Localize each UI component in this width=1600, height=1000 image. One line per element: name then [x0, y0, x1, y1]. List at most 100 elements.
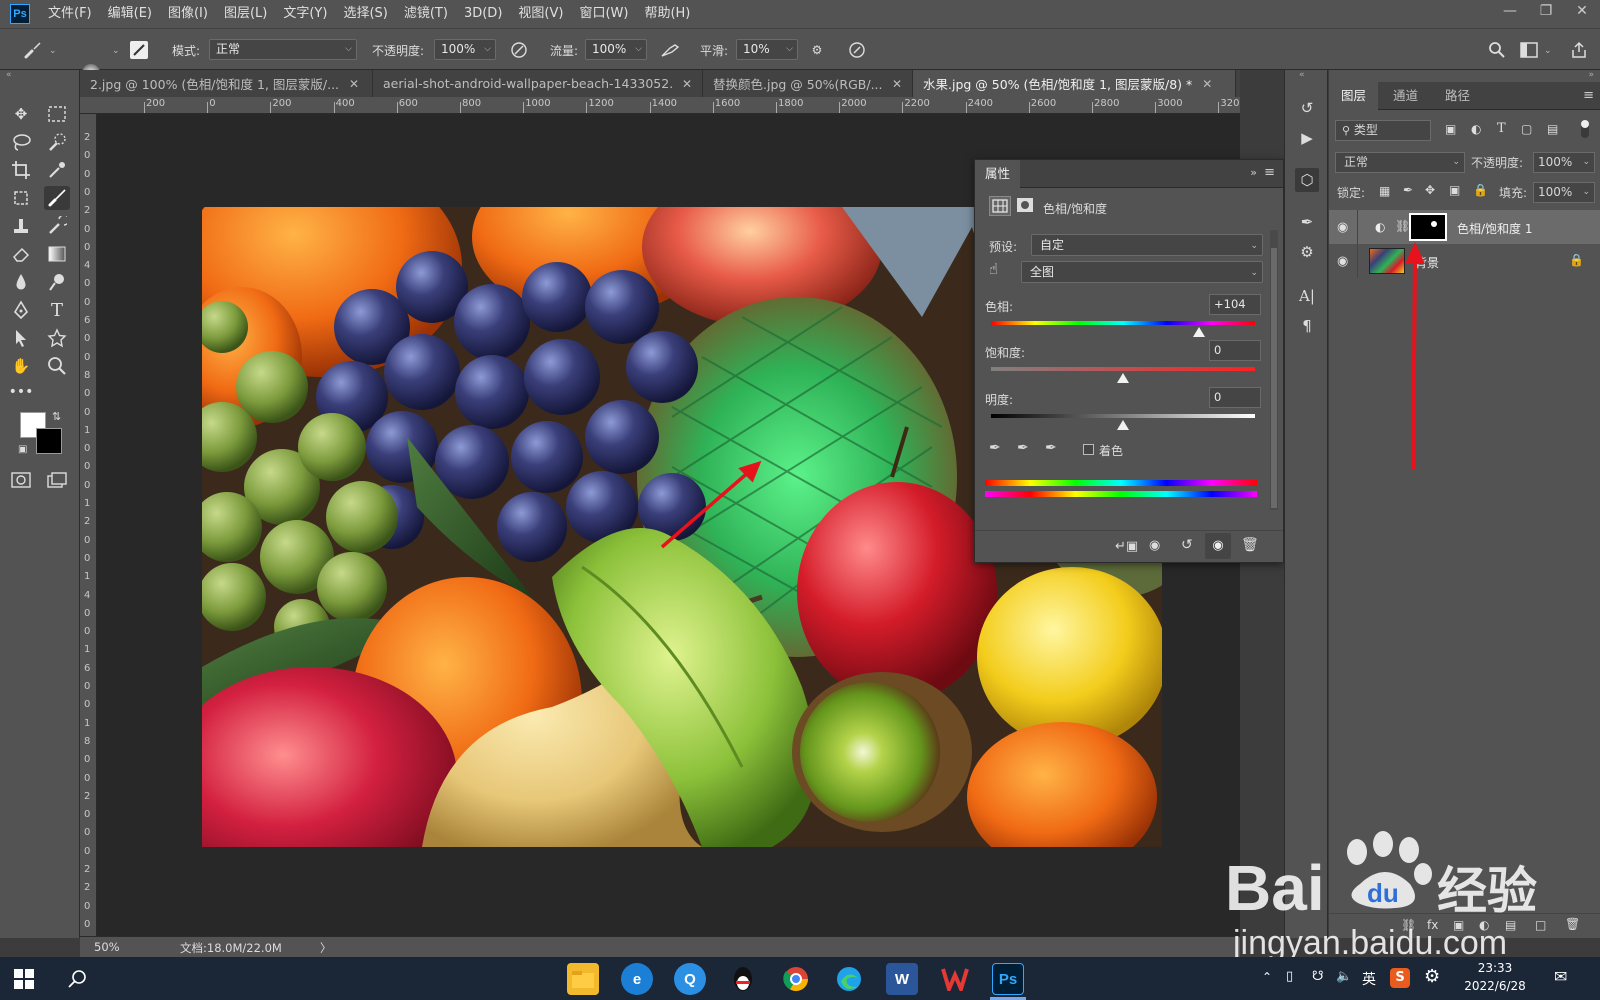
brushes-panel-icon[interactable]: ✒	[1295, 210, 1319, 234]
ime-indicator[interactable]: 英	[1362, 969, 1376, 989]
smart-object-filter-icon[interactable]: ▤	[1547, 122, 1558, 136]
view-previous-state-icon[interactable]: ◉	[1149, 538, 1160, 553]
properties-tab[interactable]: 属性	[975, 160, 1021, 188]
gradient-tool-icon[interactable]	[44, 242, 70, 266]
workspace-icon[interactable]	[1518, 39, 1540, 61]
menu-3d[interactable]: 3D(D)	[456, 0, 510, 28]
menu-window[interactable]: 窗口(W)	[571, 0, 636, 28]
hue-slider-track[interactable]	[991, 321, 1255, 325]
background-color-swatch[interactable]	[36, 428, 62, 454]
custom-shape-tool-icon[interactable]	[44, 326, 70, 350]
close-icon[interactable]: ✕	[349, 77, 359, 91]
saturation-slider-thumb[interactable]	[1117, 373, 1129, 383]
adjustment-filter-icon[interactable]: ◐	[1471, 122, 1481, 136]
collapse-toolbar-icon[interactable]: «	[6, 70, 12, 80]
panel-menu-icon[interactable]: ≡	[1264, 165, 1275, 180]
properties-scrollbar[interactable]	[1270, 230, 1278, 510]
expand-panel-icon[interactable]: »	[1250, 166, 1257, 179]
layer-mask-thumbnail[interactable]	[1409, 213, 1447, 241]
lightness-value-input[interactable]: 0	[1209, 387, 1261, 408]
frame-tool-icon[interactable]	[8, 186, 34, 210]
chevron-down-icon[interactable]: ⌄	[112, 46, 120, 56]
search-icon[interactable]	[1486, 39, 1508, 61]
brush-tool-preset-icon[interactable]	[22, 39, 44, 61]
clone-stamp-tool-icon[interactable]	[8, 214, 34, 238]
battery-icon[interactable]: ▯	[1286, 969, 1293, 984]
new-layer-icon[interactable]: □	[1535, 918, 1546, 932]
document-tab[interactable]: 替换颜色.jpg @ 50%(RGB/... ✕	[703, 70, 913, 97]
mode-select[interactable]: 正常 ⌵	[209, 39, 357, 60]
layer-row-background[interactable]: ◉ 背景 🔒	[1329, 244, 1600, 278]
flow-input[interactable]: 100% ⌵	[585, 39, 647, 60]
close-icon[interactable]: ✕	[1202, 77, 1212, 91]
photoshop-taskbar-icon[interactable]: Ps	[992, 963, 1024, 995]
eye-icon[interactable]: ◉	[1337, 220, 1348, 235]
lasso-tool-icon[interactable]	[8, 130, 34, 154]
blur-tool-icon[interactable]	[8, 270, 34, 294]
hand-tool-icon[interactable]: ✋	[8, 354, 34, 378]
3d-panel-icon[interactable]: ⬡	[1295, 168, 1319, 192]
fill-input[interactable]: 100% ⌄	[1533, 182, 1595, 203]
lightness-slider-thumb[interactable]	[1117, 420, 1129, 430]
tab-paths[interactable]: 路径	[1433, 82, 1482, 110]
brush-panel-toggle-icon[interactable]	[130, 41, 148, 59]
close-icon[interactable]: ✕	[892, 77, 902, 91]
brush-tool-icon[interactable]	[44, 186, 70, 210]
menu-layer[interactable]: 图层(L)	[216, 0, 275, 28]
dodge-tool-icon[interactable]	[44, 270, 70, 294]
colorize-checkbox[interactable]	[1083, 444, 1094, 455]
close-icon[interactable]: ✕	[682, 77, 692, 91]
clock-time[interactable]: 23:33	[1460, 961, 1530, 975]
visibility-icon[interactable]: ◉	[1205, 533, 1231, 559]
qq-icon[interactable]	[727, 963, 759, 995]
restore-icon[interactable]: ❐	[1528, 0, 1564, 22]
pressure-opacity-icon[interactable]	[508, 39, 530, 61]
pressure-size-icon[interactable]	[846, 39, 868, 61]
crop-tool-icon[interactable]	[8, 158, 34, 182]
shape-filter-icon[interactable]: ▢	[1521, 122, 1532, 136]
menu-select[interactable]: 选择(S)	[335, 0, 395, 28]
lightness-slider-track[interactable]	[991, 414, 1255, 418]
layer-name[interactable]: 色相/饱和度 1	[1457, 220, 1533, 237]
character-panel-icon[interactable]: A|	[1295, 284, 1319, 308]
chrome-icon[interactable]	[780, 963, 812, 995]
menu-edit[interactable]: 编辑(E)	[100, 0, 160, 28]
history-panel-icon[interactable]: ↺	[1295, 96, 1319, 120]
move-tool-icon[interactable]: ✥	[8, 102, 34, 126]
minimize-icon[interactable]: —	[1492, 0, 1528, 22]
document-tab[interactable]: aerial-shot-android-wallpaper-beach-1433…	[373, 70, 703, 97]
menu-view[interactable]: 视图(V)	[510, 0, 571, 28]
tab-channels[interactable]: 通道	[1381, 82, 1430, 110]
preset-select[interactable]: 自定 ⌄	[1031, 234, 1263, 256]
eyedropper-icon[interactable]: ✒	[989, 440, 1001, 456]
reset-icon[interactable]: ↺	[1181, 537, 1193, 553]
word-icon[interactable]: W	[886, 963, 918, 995]
zoom-tool-icon[interactable]	[44, 354, 70, 378]
eye-icon[interactable]: ◉	[1337, 254, 1348, 269]
chevron-up-icon[interactable]: ⌃	[1262, 970, 1272, 984]
eyedropper-minus-icon[interactable]: ✒	[1045, 440, 1057, 456]
path-selection-tool-icon[interactable]	[8, 326, 34, 350]
layer-filter-select[interactable]: ⚲ 类型	[1335, 120, 1431, 141]
eyedropper-plus-icon[interactable]: ✒	[1017, 440, 1029, 456]
type-tool-icon[interactable]: T	[44, 298, 70, 322]
notification-icon[interactable]: ✉	[1554, 967, 1567, 986]
menu-filter[interactable]: 滤镜(T)	[396, 0, 456, 28]
smoothing-input[interactable]: 10% ⌵	[736, 39, 798, 60]
default-colors-icon[interactable]: ▣	[18, 444, 27, 455]
lock-position-icon[interactable]: ✥	[1425, 183, 1435, 197]
edge-icon[interactable]	[833, 963, 865, 995]
wifi-icon[interactable]: ☋	[1312, 969, 1324, 984]
actions-play-icon[interactable]: ▶	[1295, 126, 1319, 150]
brush-settings-icon[interactable]: ⚙	[1295, 240, 1319, 264]
share-icon[interactable]	[1568, 39, 1590, 61]
menu-type[interactable]: 文字(Y)	[275, 0, 335, 28]
paragraph-panel-icon[interactable]: ¶	[1295, 314, 1319, 338]
hue-value-input[interactable]: +104	[1209, 294, 1261, 315]
add-mask-icon[interactable]: ▣	[1453, 918, 1464, 932]
quick-mask-icon[interactable]	[8, 468, 34, 492]
targeted-adjust-hand-icon[interactable]: ☝	[989, 260, 1011, 282]
wps-icon[interactable]	[939, 963, 971, 995]
collapse-panel-icon[interactable]: »	[1588, 70, 1594, 80]
lock-all-icon[interactable]: 🔒	[1473, 183, 1488, 197]
